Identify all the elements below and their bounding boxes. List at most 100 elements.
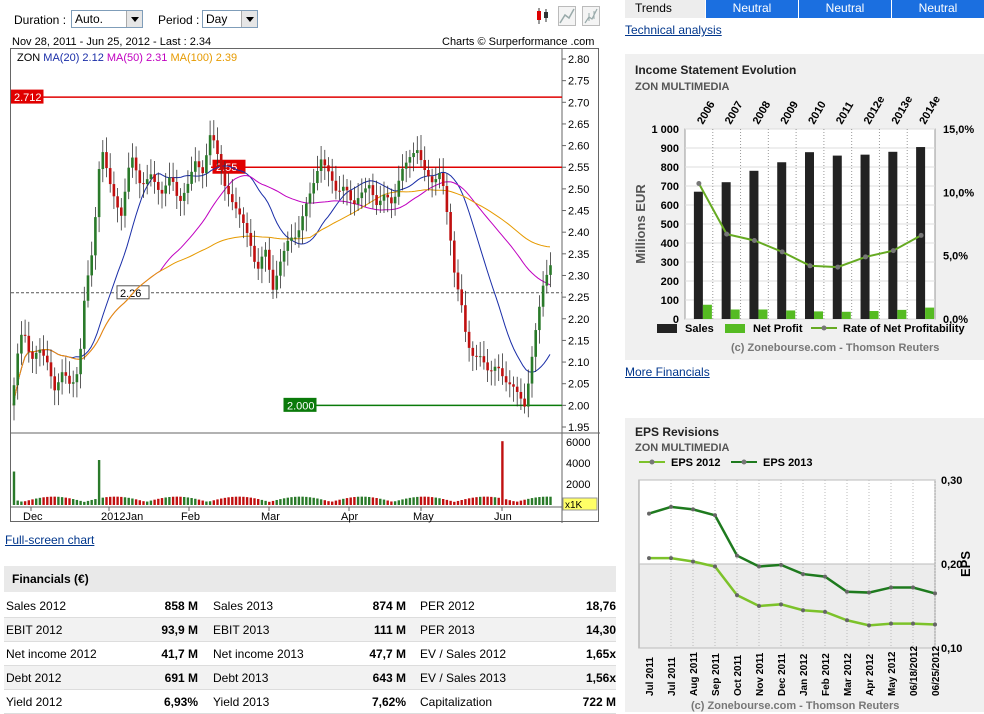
candle-body <box>231 194 234 203</box>
eps-x-tick-label: Sep 2011 <box>711 653 722 696</box>
eps2012-point <box>691 559 695 564</box>
eps2013-point <box>845 589 849 594</box>
volume-bar <box>316 498 319 505</box>
more-financials-link[interactable]: More Financials <box>625 365 710 379</box>
duration-select[interactable]: Auto. <box>71 10 143 28</box>
financials-row: Yield 2012 6,93% Yield 2013 7,62% Capitaliza… <box>4 690 616 714</box>
volume-bar <box>419 496 423 505</box>
volume-bar <box>120 496 123 505</box>
volume-bar <box>512 501 515 505</box>
candle-body <box>186 183 190 193</box>
trend-short-term[interactable]: Neutral <box>706 0 798 18</box>
candle-body <box>190 171 193 184</box>
candlestick-chart-button[interactable] <box>534 6 552 26</box>
eps-chart: EPS 2012 EPS 20130,300,200,10EPSJul 2011 J… <box>638 457 973 696</box>
legend-eps2013-point <box>741 459 747 465</box>
price-chart[interactable]: 2.80 2.75 2.70 2.65 2.60 2.55 2.50 2.45 2.40 2.35… <box>10 48 600 523</box>
eps2012-point <box>801 608 805 613</box>
trend-mid-term[interactable]: Neutral <box>799 0 891 18</box>
candle-body <box>434 179 438 183</box>
candle-body <box>216 140 219 155</box>
volume-bar <box>268 501 271 505</box>
financials-row: Sales 2012 858 M Sales 2013 874 M PER 2012 18… <box>4 594 616 618</box>
period-select[interactable]: Day <box>202 10 258 28</box>
income-y-tick-label: 1 000 <box>651 124 679 136</box>
full-screen-chart-link[interactable]: Full-screen chart <box>5 533 94 547</box>
volume-bar <box>442 499 445 505</box>
candlestick-icon <box>537 8 548 24</box>
trend-long-term[interactable]: Neutral <box>892 0 984 18</box>
candle-body <box>27 335 31 352</box>
candle-body <box>338 190 341 192</box>
volume-bar <box>12 471 16 505</box>
candle-body <box>441 173 445 187</box>
volume-bar <box>519 500 523 505</box>
financial-value: 858 M <box>164 599 198 613</box>
candle-body <box>301 216 304 231</box>
sales-bar <box>693 191 703 319</box>
sales-bar <box>805 152 814 319</box>
candle-body <box>501 368 504 377</box>
income-x-tick-label: 2009 <box>778 99 801 126</box>
volume-bar <box>142 501 145 505</box>
volume-bar <box>190 498 193 505</box>
volume-bar <box>212 500 215 505</box>
volume-tick-label: 2000 <box>566 479 590 491</box>
volume-bar <box>423 496 426 505</box>
income-x-tick-label: 2007 <box>723 99 746 126</box>
candle-body <box>475 355 478 357</box>
net-profit-bar <box>786 310 796 319</box>
candle-body <box>308 193 312 204</box>
volume-bar <box>290 497 293 505</box>
candle-body <box>538 306 541 331</box>
volume-bar <box>323 500 326 505</box>
financial-label: PER 2013 <box>420 623 475 637</box>
candle-body <box>397 180 401 197</box>
candle-body <box>493 366 497 371</box>
candle-body <box>530 356 534 384</box>
income-x-tick-label: 2010 <box>806 99 829 126</box>
candle-body <box>227 185 230 195</box>
financial-value: 722 M <box>582 695 616 709</box>
y-tick-label: 2.55 <box>568 162 589 174</box>
candle-body <box>238 208 241 215</box>
candle-body <box>345 186 349 191</box>
volume-bar <box>538 497 541 505</box>
volume-bar <box>234 496 238 505</box>
income-y2-tick-label: 15,0% <box>943 124 974 136</box>
technical-analysis-link[interactable]: Technical analysis <box>625 23 722 37</box>
sales-bar <box>832 155 842 319</box>
volume-bar <box>456 500 460 505</box>
candle-body <box>223 169 227 186</box>
eps2013-point <box>647 511 651 516</box>
volume-bar <box>271 500 275 505</box>
eps-x-tick-label: Nov 2011 <box>755 652 766 696</box>
volume-bar <box>27 500 30 505</box>
candle-body <box>541 285 545 307</box>
volume-bar <box>375 498 378 505</box>
candle-body <box>20 334 23 354</box>
volume-bar <box>397 500 400 505</box>
candle-body <box>438 173 441 180</box>
volume-bar <box>493 497 497 505</box>
candle-body <box>149 174 153 180</box>
y-tick-label: 2.70 <box>568 97 589 109</box>
candle-body <box>330 171 334 181</box>
financials-title: Financials (€) <box>4 566 616 592</box>
volume-bar <box>301 496 304 505</box>
ma50-line <box>12 175 551 406</box>
eps-x-tick-label: Jan 2012 <box>799 653 810 696</box>
profitability-point <box>918 232 924 238</box>
eps2012-point <box>757 604 761 608</box>
volume-bar <box>131 498 134 505</box>
eps-x-tick-label: 06/18/2012 <box>909 646 920 696</box>
eps2012-point <box>867 623 871 628</box>
candle-body <box>179 195 182 201</box>
volume-bar <box>449 500 452 505</box>
line-chart-button[interactable] <box>558 6 576 26</box>
candle-body <box>123 191 127 216</box>
chart-legend: ZON MA(20) 2.12 MA(50) 2.31 MA(100) 2.39 <box>17 52 237 64</box>
volume-bar <box>134 499 138 505</box>
eps2012-point <box>911 621 915 626</box>
bar-chart-button[interactable] <box>582 6 600 26</box>
